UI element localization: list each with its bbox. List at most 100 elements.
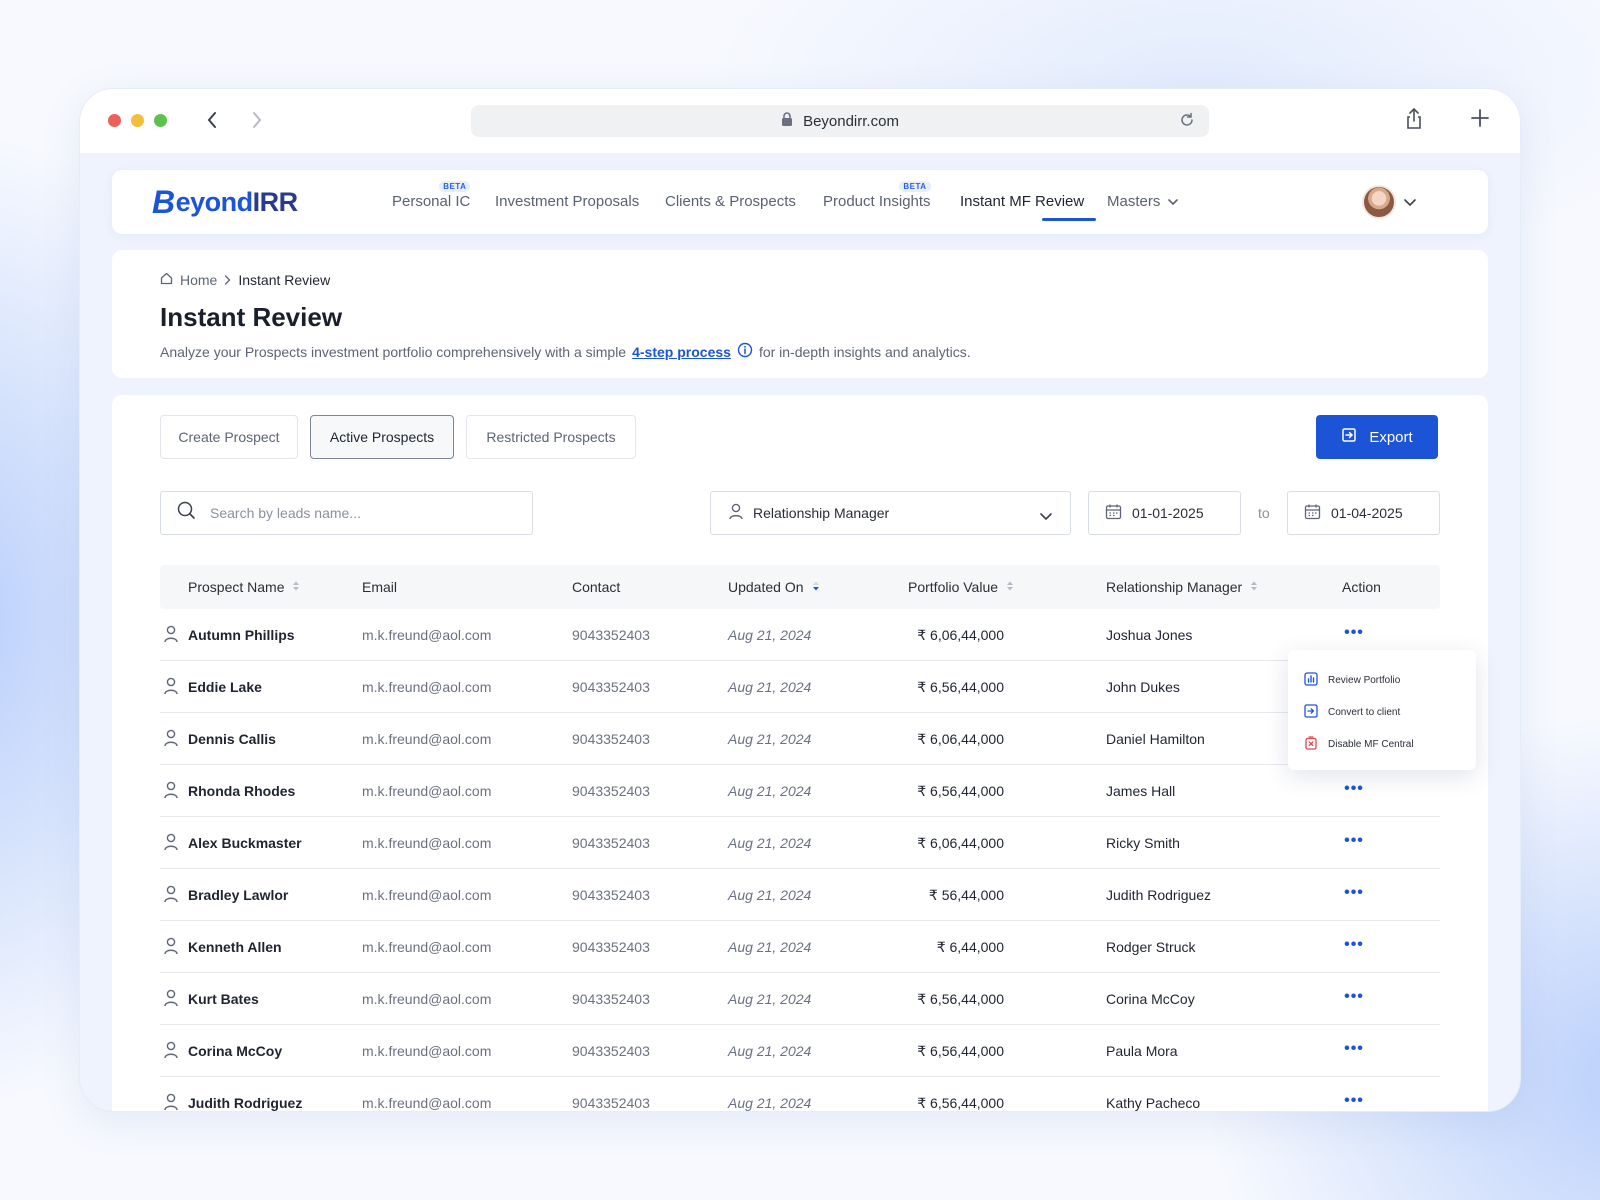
prospect-contact: 9043352403	[572, 783, 650, 799]
prospect-name[interactable]: Bradley Lawlor	[188, 887, 288, 903]
table-row[interactable]: Eddie Lake m.k.freund@aol.com 9043352403…	[160, 661, 1440, 713]
tab-label: Create Prospect	[178, 429, 280, 445]
prospect-name[interactable]: Eddie Lake	[188, 679, 262, 695]
more-actions-button[interactable]: •••	[1342, 621, 1366, 645]
home-icon[interactable]	[160, 272, 173, 288]
user-icon	[164, 989, 178, 1010]
sort-desc-icon	[812, 579, 820, 595]
table-row[interactable]: Alex Buckmaster m.k.freund@aol.com 90433…	[160, 817, 1440, 869]
updated-on: Aug 21, 2024	[728, 991, 812, 1007]
more-actions-button[interactable]: •••	[1342, 933, 1366, 957]
table-row[interactable]: Judith Rodriguez m.k.freund@aol.com 9043…	[160, 1077, 1440, 1111]
close-window-button[interactable]	[108, 114, 121, 127]
updated-on: Aug 21, 2024	[728, 627, 812, 643]
forward-arrow-icon[interactable]	[244, 107, 270, 133]
nav-label: Masters	[1107, 193, 1161, 210]
breadcrumb-home-link[interactable]: Home	[180, 272, 217, 288]
table-row[interactable]: Bradley Lawlor m.k.freund@aol.com 904335…	[160, 869, 1440, 921]
prospects-table-body: Autumn Phillips m.k.freund@aol.com 90433…	[160, 609, 1440, 1111]
column-header-updated-on[interactable]: Updated On	[728, 579, 820, 595]
more-actions-button[interactable]: •••	[1342, 777, 1366, 801]
relationship-manager: Rodger Struck	[1106, 939, 1196, 955]
table-row[interactable]: Dennis Callis m.k.freund@aol.com 9043352…	[160, 713, 1440, 765]
nav-investment-proposals[interactable]: Investment Proposals	[495, 193, 639, 210]
updated-on: Aug 21, 2024	[728, 1095, 812, 1111]
relationship-manager-select[interactable]: Relationship Manager	[710, 491, 1071, 535]
nav-product-insights[interactable]: Product Insights BETA	[823, 181, 931, 210]
user-icon	[164, 1041, 178, 1062]
prospect-name[interactable]: Kenneth Allen	[188, 939, 282, 955]
sort-icon	[1006, 579, 1014, 595]
column-header-relationship-manager[interactable]: Relationship Manager	[1106, 579, 1258, 595]
prospect-contact: 9043352403	[572, 991, 650, 1007]
menu-item-convert-to-client[interactable]: Convert to client	[1304, 696, 1460, 728]
column-label: Prospect Name	[188, 579, 285, 595]
updated-on: Aug 21, 2024	[728, 835, 812, 851]
portfolio-value: ₹ 6,56,44,000	[917, 783, 1004, 799]
prospect-name[interactable]: Dennis Callis	[188, 731, 276, 747]
prospect-email: m.k.freund@aol.com	[362, 783, 492, 799]
column-header-prospect-name[interactable]: Prospect Name	[188, 579, 300, 595]
nav-clients-prospects[interactable]: Clients & Prospects	[665, 193, 796, 210]
search-input[interactable]	[210, 505, 510, 521]
user-avatar[interactable]	[1362, 185, 1396, 219]
maximize-window-button[interactable]	[154, 114, 167, 127]
browser-window: Beyondirr.com Beyond IRR Personal IC BETA…	[79, 88, 1521, 1112]
tab-create-prospect[interactable]: Create Prospect	[160, 415, 298, 459]
column-label: Updated On	[728, 579, 804, 595]
chevron-down-icon[interactable]	[1404, 194, 1416, 212]
column-header-portfolio-value[interactable]: Portfolio Value	[908, 579, 1014, 595]
address-bar[interactable]: Beyondirr.com	[471, 105, 1209, 137]
four-step-process-link[interactable]: 4-step process	[632, 344, 731, 360]
search-field[interactable]	[160, 491, 533, 535]
new-tab-plus-icon[interactable]	[1470, 108, 1490, 133]
prospect-name[interactable]: Corina McCoy	[188, 1043, 282, 1059]
table-row[interactable]: Kenneth Allen m.k.freund@aol.com 9043352…	[160, 921, 1440, 973]
more-actions-button[interactable]: •••	[1342, 881, 1366, 905]
disable-icon	[1304, 735, 1318, 753]
menu-item-review-portfolio[interactable]: Review Portfolio	[1304, 664, 1460, 696]
nav-personal-ic[interactable]: Personal IC BETA	[392, 181, 471, 210]
date-from-field[interactable]: 01-01-2025	[1088, 491, 1241, 535]
prospect-name[interactable]: Rhonda Rhodes	[188, 783, 295, 799]
prospect-name[interactable]: Alex Buckmaster	[188, 835, 302, 851]
reload-icon[interactable]	[1179, 112, 1195, 132]
back-arrow-icon[interactable]	[199, 107, 225, 133]
nav-instant-mf-review[interactable]: Instant MF Review	[960, 193, 1084, 210]
portfolio-value: ₹ 56,44,000	[928, 887, 1004, 903]
more-actions-button[interactable]: •••	[1342, 1089, 1366, 1111]
nav-masters[interactable]: Masters	[1107, 193, 1179, 210]
chart-icon	[1304, 671, 1318, 689]
table-row[interactable]: Corina McCoy m.k.freund@aol.com 90433524…	[160, 1025, 1440, 1077]
minimize-window-button[interactable]	[131, 114, 144, 127]
relationship-manager: Judith Rodriguez	[1106, 887, 1212, 903]
column-label: Contact	[572, 579, 621, 595]
prospect-contact: 9043352403	[572, 939, 650, 955]
prospect-name[interactable]: Kurt Bates	[188, 991, 259, 1007]
tab-active-prospects[interactable]: Active Prospects	[310, 415, 454, 459]
table-row[interactable]: Rhonda Rhodes m.k.freund@aol.com 9043352…	[160, 765, 1440, 817]
table-row[interactable]: Kurt Bates m.k.freund@aol.com 9043352403…	[160, 973, 1440, 1025]
relationship-manager: Ricky Smith	[1106, 835, 1180, 851]
prospect-name[interactable]: Judith Rodriguez	[188, 1095, 302, 1111]
more-actions-button[interactable]: •••	[1342, 1037, 1366, 1061]
menu-item-disable-mf-central[interactable]: Disable MF Central	[1304, 728, 1460, 760]
prospects-card: Create Prospect Active Prospects Restric…	[112, 395, 1488, 1111]
user-icon	[164, 677, 178, 698]
relationship-manager: James Hall	[1106, 783, 1176, 799]
table-row[interactable]: Autumn Phillips m.k.freund@aol.com 90433…	[160, 609, 1440, 661]
prospect-email: m.k.freund@aol.com	[362, 731, 492, 747]
info-icon[interactable]	[737, 342, 753, 361]
user-icon	[164, 625, 178, 646]
beyondirr-logo[interactable]: Beyond IRR	[152, 184, 298, 220]
prospect-name[interactable]: Autumn Phillips	[188, 627, 295, 643]
more-actions-button[interactable]: •••	[1342, 829, 1366, 853]
portfolio-value: ₹ 6,06,44,000	[917, 835, 1004, 851]
share-icon[interactable]	[1405, 107, 1423, 135]
export-button[interactable]: Export	[1316, 415, 1438, 459]
date-range-to-label: to	[1258, 505, 1270, 521]
user-icon	[729, 503, 743, 523]
tab-restricted-prospects[interactable]: Restricted Prospects	[466, 415, 636, 459]
date-to-field[interactable]: 01-04-2025	[1287, 491, 1440, 535]
more-actions-button[interactable]: •••	[1342, 985, 1366, 1009]
